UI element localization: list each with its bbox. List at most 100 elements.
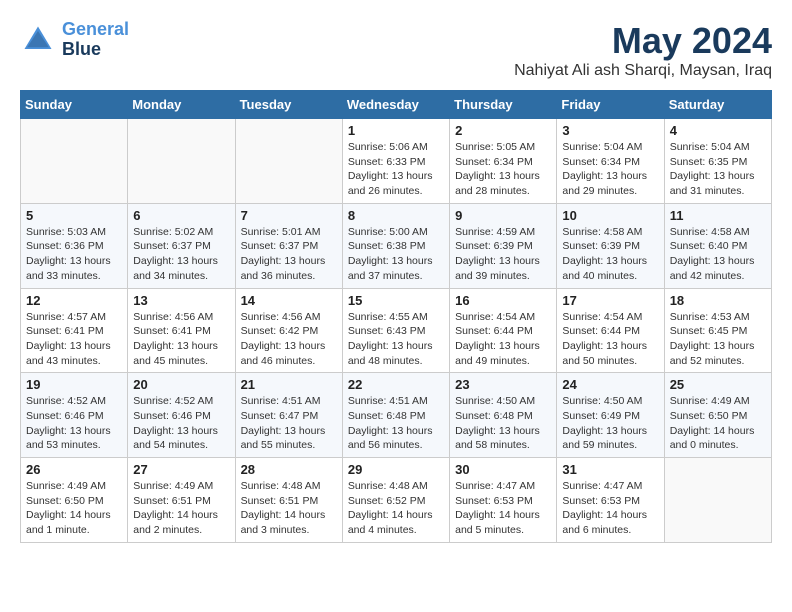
day-info: Sunrise: 5:01 AMSunset: 6:37 PMDaylight:…	[241, 225, 337, 284]
day-cell: 1Sunrise: 5:06 AMSunset: 6:33 PMDaylight…	[342, 119, 449, 204]
day-cell: 5 Sunrise: 5:03 AMSunset: 6:36 PMDaylight…	[21, 203, 128, 288]
day-cell: 4 Sunrise: 5:04 AMSunset: 6:35 PMDaylight…	[664, 119, 771, 204]
title-block: May 2024 Nahiyat Ali ash Sharqi, Maysan,…	[514, 20, 772, 80]
week-row-4: 19Sunrise: 4:52 AMSunset: 6:46 PMDayligh…	[21, 373, 772, 458]
day-cell	[664, 458, 771, 543]
day-header-friday: Friday	[557, 91, 664, 119]
day-cell: 31 Sunrise: 4:47 AMSunset: 6:53 PMDayligh…	[557, 458, 664, 543]
day-number: 31	[562, 462, 658, 477]
day-header-tuesday: Tuesday	[235, 91, 342, 119]
day-number: 8	[348, 208, 444, 223]
day-cell: 15 Sunrise: 4:55 AMSunset: 6:43 PMDayligh…	[342, 288, 449, 373]
day-number: 2	[455, 123, 551, 138]
day-cell: 22 Sunrise: 4:51 AMSunset: 6:48 PMDayligh…	[342, 373, 449, 458]
day-cell: 16 Sunrise: 4:54 AMSunset: 6:44 PMDayligh…	[450, 288, 557, 373]
day-info: Sunrise: 4:59 AMSunset: 6:39 PMDaylight:…	[455, 225, 551, 284]
day-info: Sunrise: 4:56 AMSunset: 6:42 PMDaylight:…	[241, 310, 337, 369]
day-cell: 7 Sunrise: 5:01 AMSunset: 6:37 PMDaylight…	[235, 203, 342, 288]
day-info: Sunrise: 4:57 AMSunset: 6:41 PMDaylight:…	[26, 310, 122, 369]
day-cell: 24Sunrise: 4:50 AMSunset: 6:49 PMDayligh…	[557, 373, 664, 458]
day-header-monday: Monday	[128, 91, 235, 119]
day-info: Sunrise: 5:04 AMSunset: 6:35 PMDaylight:…	[670, 140, 766, 199]
day-number: 4	[670, 123, 766, 138]
calendar-container: General Blue May 2024 Nahiyat Ali ash Sh…	[20, 20, 772, 543]
day-number: 21	[241, 377, 337, 392]
day-header-thursday: Thursday	[450, 91, 557, 119]
day-number: 22	[348, 377, 444, 392]
day-number: 24	[562, 377, 658, 392]
day-header-wednesday: Wednesday	[342, 91, 449, 119]
day-cell: 30 Sunrise: 4:47 AMSunset: 6:53 PMDayligh…	[450, 458, 557, 543]
day-number: 5	[26, 208, 122, 223]
header: General Blue May 2024 Nahiyat Ali ash Sh…	[20, 20, 772, 80]
day-cell: 13Sunrise: 4:56 AMSunset: 6:41 PMDayligh…	[128, 288, 235, 373]
day-cell: 26 Sunrise: 4:49 AMSunset: 6:50 PMDayligh…	[21, 458, 128, 543]
day-number: 26	[26, 462, 122, 477]
day-info: Sunrise: 4:54 AMSunset: 6:44 PMDaylight:…	[562, 310, 658, 369]
day-number: 25	[670, 377, 766, 392]
day-cell: 17 Sunrise: 4:54 AMSunset: 6:44 PMDayligh…	[557, 288, 664, 373]
day-number: 15	[348, 293, 444, 308]
day-number: 27	[133, 462, 229, 477]
day-number: 29	[348, 462, 444, 477]
day-cell: 6 Sunrise: 5:02 AMSunset: 6:37 PMDaylight…	[128, 203, 235, 288]
header-row: SundayMondayTuesdayWednesdayThursdayFrid…	[21, 91, 772, 119]
day-info: Sunrise: 4:52 AMSunset: 6:46 PMDaylight:…	[133, 394, 229, 453]
day-number: 30	[455, 462, 551, 477]
day-info: Sunrise: 4:47 AMSunset: 6:53 PMDaylight:…	[455, 479, 551, 538]
day-info: Sunrise: 4:58 AMSunset: 6:40 PMDaylight:…	[670, 225, 766, 284]
day-header-saturday: Saturday	[664, 91, 771, 119]
day-info: Sunrise: 5:00 AMSunset: 6:38 PMDaylight:…	[348, 225, 444, 284]
day-info: Sunrise: 4:50 AMSunset: 6:48 PMDaylight:…	[455, 394, 551, 453]
day-number: 23	[455, 377, 551, 392]
week-row-3: 12 Sunrise: 4:57 AMSunset: 6:41 PMDayligh…	[21, 288, 772, 373]
calendar-table: SundayMondayTuesdayWednesdayThursdayFrid…	[20, 90, 772, 543]
logo-icon	[20, 22, 56, 58]
day-number: 11	[670, 208, 766, 223]
day-number: 14	[241, 293, 337, 308]
day-info: Sunrise: 4:55 AMSunset: 6:43 PMDaylight:…	[348, 310, 444, 369]
day-number: 16	[455, 293, 551, 308]
day-number: 1	[348, 123, 444, 138]
day-info: Sunrise: 5:03 AMSunset: 6:36 PMDaylight:…	[26, 225, 122, 284]
day-number: 17	[562, 293, 658, 308]
day-info: Sunrise: 4:52 AMSunset: 6:46 PMDaylight:…	[26, 394, 122, 453]
day-info: Sunrise: 4:48 AMSunset: 6:52 PMDaylight:…	[348, 479, 444, 538]
day-info: Sunrise: 4:58 AMSunset: 6:39 PMDaylight:…	[562, 225, 658, 284]
day-info: Sunrise: 5:02 AMSunset: 6:37 PMDaylight:…	[133, 225, 229, 284]
day-number: 12	[26, 293, 122, 308]
day-info: Sunrise: 4:49 AMSunset: 6:51 PMDaylight:…	[133, 479, 229, 538]
day-cell: 28Sunrise: 4:48 AMSunset: 6:51 PMDayligh…	[235, 458, 342, 543]
day-info: Sunrise: 4:54 AMSunset: 6:44 PMDaylight:…	[455, 310, 551, 369]
day-info: Sunrise: 4:51 AMSunset: 6:47 PMDaylight:…	[241, 394, 337, 453]
day-cell: 11 Sunrise: 4:58 AMSunset: 6:40 PMDayligh…	[664, 203, 771, 288]
day-cell	[128, 119, 235, 204]
day-number: 6	[133, 208, 229, 223]
day-number: 10	[562, 208, 658, 223]
day-info: Sunrise: 4:53 AMSunset: 6:45 PMDaylight:…	[670, 310, 766, 369]
day-cell	[235, 119, 342, 204]
day-number: 20	[133, 377, 229, 392]
day-cell: 18 Sunrise: 4:53 AMSunset: 6:45 PMDayligh…	[664, 288, 771, 373]
day-cell: 20 Sunrise: 4:52 AMSunset: 6:46 PMDayligh…	[128, 373, 235, 458]
day-cell: 21 Sunrise: 4:51 AMSunset: 6:47 PMDayligh…	[235, 373, 342, 458]
day-number: 7	[241, 208, 337, 223]
day-number: 9	[455, 208, 551, 223]
day-cell: 3Sunrise: 5:04 AMSunset: 6:34 PMDaylight…	[557, 119, 664, 204]
day-info: Sunrise: 4:49 AMSunset: 6:50 PMDaylight:…	[26, 479, 122, 538]
day-header-sunday: Sunday	[21, 91, 128, 119]
week-row-5: 26 Sunrise: 4:49 AMSunset: 6:50 PMDayligh…	[21, 458, 772, 543]
day-info: Sunrise: 4:51 AMSunset: 6:48 PMDaylight:…	[348, 394, 444, 453]
logo: General Blue	[20, 20, 129, 60]
day-number: 13	[133, 293, 229, 308]
week-row-1: 1Sunrise: 5:06 AMSunset: 6:33 PMDaylight…	[21, 119, 772, 204]
day-cell: 2Sunrise: 5:05 AMSunset: 6:34 PMDaylight…	[450, 119, 557, 204]
day-info: Sunrise: 4:49 AMSunset: 6:50 PMDaylight:…	[670, 394, 766, 453]
day-info: Sunrise: 4:47 AMSunset: 6:53 PMDaylight:…	[562, 479, 658, 538]
day-info: Sunrise: 4:48 AMSunset: 6:51 PMDaylight:…	[241, 479, 337, 538]
day-cell: 8 Sunrise: 5:00 AMSunset: 6:38 PMDaylight…	[342, 203, 449, 288]
day-number: 18	[670, 293, 766, 308]
day-cell: 10 Sunrise: 4:58 AMSunset: 6:39 PMDayligh…	[557, 203, 664, 288]
month-title: May 2024	[514, 20, 772, 62]
day-info: Sunrise: 5:04 AMSunset: 6:34 PMDaylight:…	[562, 140, 658, 199]
